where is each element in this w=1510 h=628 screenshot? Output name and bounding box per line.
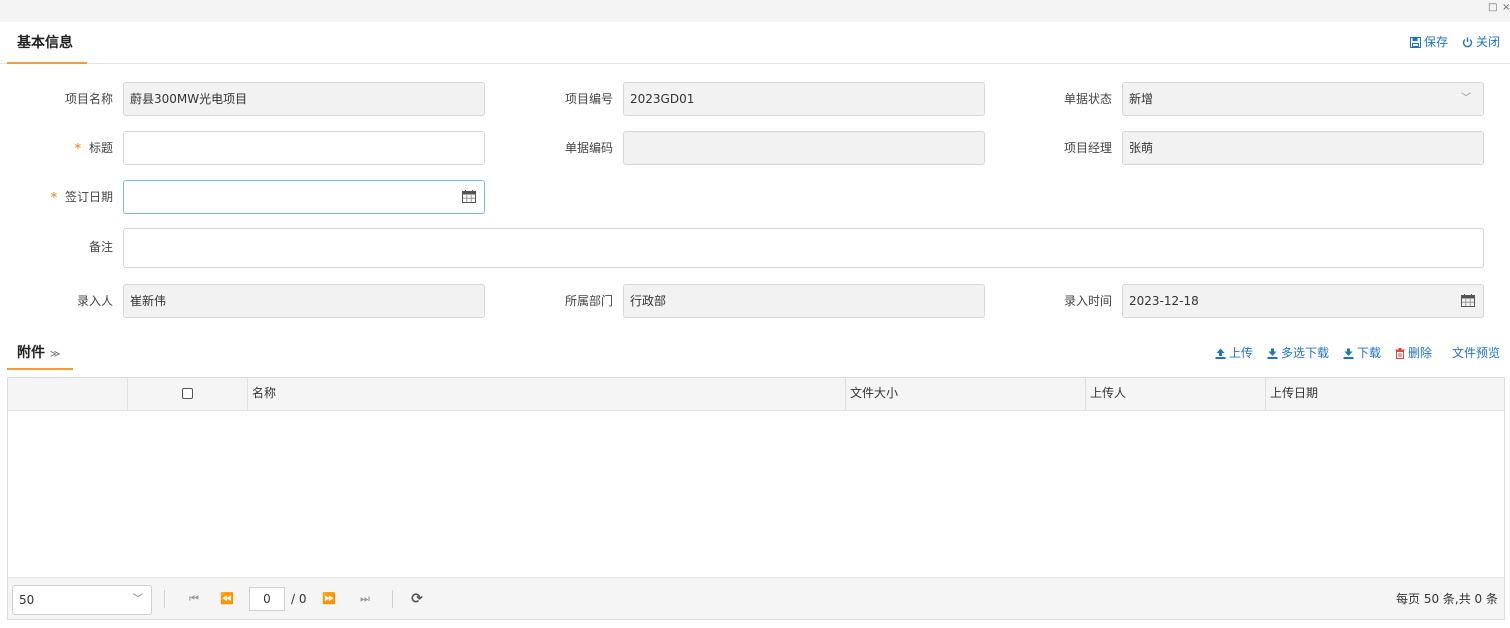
entered-by-field[interactable]: 崔新伟 — [123, 284, 485, 318]
attachments-header: 附件 ≫ 上传 多选下载 下载 删除 文件预览 — [0, 330, 1510, 370]
required-mark: * — [74, 141, 81, 155]
title-label-text: 标题 — [88, 141, 113, 155]
select-all-column — [127, 378, 247, 411]
basic-info-title: 基本信息 — [17, 35, 73, 51]
page-size-select[interactable]: 50 ﹀ — [12, 585, 152, 615]
remark-label: 备注 — [88, 240, 113, 254]
table-header: 名称 文件大小 上传人 上传日期 — [8, 378, 1504, 411]
restore-window-icon[interactable]: □ — [1488, 2, 1497, 14]
calendar-icon[interactable] — [1461, 294, 1475, 307]
power-icon — [1462, 37, 1473, 47]
title-input[interactable] — [123, 131, 485, 165]
doc-code-field[interactable] — [623, 131, 985, 165]
file-preview-button[interactable]: 文件预览 — [1452, 345, 1500, 361]
download-icon — [1267, 348, 1278, 359]
select-all-checkbox[interactable] — [182, 388, 193, 399]
column-header-name[interactable]: 名称 — [247, 378, 845, 411]
last-page-icon[interactable]: ⏭ — [357, 590, 373, 608]
delete-button[interactable]: 删除 — [1395, 345, 1432, 361]
remark-textarea[interactable] — [123, 228, 1484, 268]
download-button[interactable]: 下载 — [1343, 345, 1381, 361]
doc-code-label: 单据编码 — [564, 141, 613, 155]
window-top-bar: □ × — [0, 0, 1510, 22]
attachments-title[interactable]: 附件 ≫ — [17, 344, 60, 364]
project-name-field[interactable]: 蔚县300MW光电项目 — [123, 82, 485, 116]
multi-download-label: 多选下载 — [1280, 346, 1329, 360]
sign-date-input[interactable] — [123, 180, 485, 214]
entered-by-label: 录入人 — [76, 294, 113, 308]
multi-download-button[interactable]: 多选下载 — [1267, 345, 1329, 361]
doc-status-label: 单据状态 — [1063, 92, 1112, 106]
upload-icon — [1215, 348, 1226, 359]
page-number-input[interactable]: 0 — [249, 587, 285, 611]
page-total: / 0 — [291, 592, 307, 606]
project-manager-label: 项目经理 — [1063, 141, 1112, 155]
upload-button[interactable]: 上传 — [1215, 345, 1253, 361]
pager-divider — [392, 590, 393, 608]
pagination-bar: 50 ﹀ ⏮ ⏪ 0 / 0 ⏩ ⏭ ⟳ 每页 50 条,共 0 条 — [8, 577, 1504, 619]
first-page-icon[interactable]: ⏮ — [186, 590, 202, 608]
column-header-upload-date[interactable]: 上传日期 — [1265, 378, 1504, 411]
close-button[interactable]: 关闭 — [1462, 34, 1500, 50]
save-icon — [1409, 36, 1421, 48]
close-label: 关闭 — [1475, 35, 1500, 49]
attachments-title-text: 附件 — [17, 345, 45, 361]
sign-date-label: * 签订日期 — [20, 180, 113, 214]
project-name-label: 项目名称 — [64, 92, 113, 106]
project-code-field[interactable]: 2023GD01 — [623, 82, 985, 116]
refresh-icon[interactable]: ⟳ — [409, 590, 425, 608]
sign-date-label-text: 签订日期 — [64, 190, 113, 204]
entry-time-value: 2023-12-18 — [1129, 294, 1199, 308]
department-label: 所属部门 — [564, 294, 613, 308]
attachments-table: 名称 文件大小 上传人 上传日期 50 ﹀ ⏮ ⏪ 0 / 0 ⏩ ⏭ ⟳ 每页… — [7, 377, 1505, 620]
department-field[interactable]: 行政部 — [623, 284, 985, 318]
attachment-actions: 上传 多选下载 下载 删除 文件预览 — [1215, 345, 1500, 361]
calendar-icon[interactable] — [462, 190, 476, 203]
active-tab-underline — [7, 368, 73, 370]
close-window-icon[interactable]: × — [1502, 2, 1510, 14]
basic-info-header: 基本信息 保存 关闭 — [0, 22, 1510, 64]
doc-status-select[interactable]: 新增 ﹀ — [1122, 82, 1484, 116]
entry-time-field[interactable]: 2023-12-18 — [1122, 284, 1484, 318]
doc-status-value: 新增 — [1129, 92, 1154, 106]
column-header-file-size[interactable]: 文件大小 — [845, 378, 1085, 411]
project-code-label: 项目编号 — [564, 92, 613, 106]
collapse-toggle-icon[interactable]: ≫ — [50, 349, 60, 360]
column-header-uploader[interactable]: 上传人 — [1085, 378, 1265, 411]
next-page-icon[interactable]: ⏩ — [321, 590, 337, 608]
pager-divider — [164, 590, 165, 608]
title-label: * 标题 — [20, 131, 113, 165]
trash-icon — [1395, 347, 1405, 359]
upload-label: 上传 — [1228, 346, 1253, 360]
page-size-value: 50 — [19, 593, 35, 607]
download-label: 下载 — [1356, 346, 1381, 360]
active-tab-underline — [7, 62, 87, 64]
delete-label: 删除 — [1407, 346, 1432, 360]
download-icon — [1343, 348, 1354, 359]
save-button[interactable]: 保存 — [1409, 34, 1448, 50]
entry-time-label: 录入时间 — [1063, 294, 1112, 308]
form-actions: 保存 关闭 — [1409, 34, 1500, 50]
chevron-down-icon: ﹀ — [1461, 93, 1471, 104]
chevron-down-icon: ﹀ — [133, 594, 143, 605]
previous-page-icon[interactable]: ⏪ — [219, 590, 235, 608]
project-manager-field[interactable]: 张萌 — [1122, 131, 1484, 165]
pager-summary: 每页 50 条,共 0 条 — [1396, 592, 1498, 606]
required-mark: * — [50, 190, 57, 204]
save-label: 保存 — [1423, 35, 1448, 49]
